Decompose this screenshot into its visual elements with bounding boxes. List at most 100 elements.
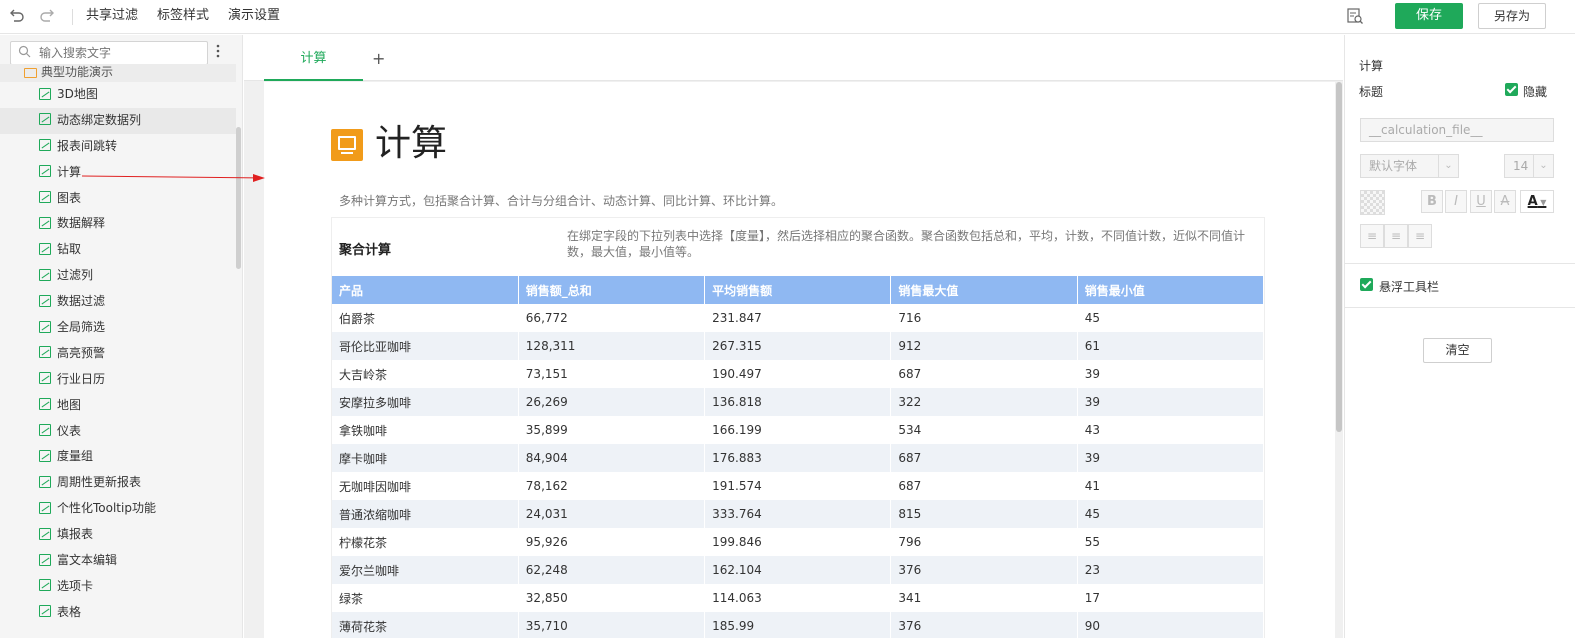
- table-cell: 90: [1077, 612, 1264, 638]
- table-row[interactable]: 普通浓缩咖啡 24,031 333.764 815 45: [332, 500, 1264, 528]
- font-family-select[interactable]: 默认字体 ⌄: [1360, 154, 1459, 178]
- menu-demo-settings[interactable]: 演示设置: [228, 0, 280, 34]
- column-header[interactable]: 销售额_总和: [518, 276, 706, 304]
- column-header[interactable]: 销售最小值: [1077, 276, 1264, 304]
- table-row[interactable]: 伯爵茶 66,772 231.847 716 45: [332, 304, 1264, 332]
- table-cell: 84,904: [518, 444, 706, 472]
- table-cell: 176.883: [704, 444, 892, 472]
- align-right-icon[interactable]: ≡: [1408, 224, 1432, 248]
- table-row[interactable]: 哥伦比亚咖啡 128,311 267.315 912 61: [332, 332, 1264, 360]
- sidebar-item-global-filter[interactable]: 全局筛选: [0, 315, 236, 341]
- sidebar-item-charts[interactable]: 图表: [0, 186, 236, 212]
- menu-shared-filter[interactable]: 共享过滤: [86, 0, 138, 34]
- table-cell: 687: [890, 444, 1078, 472]
- sidebar-item-report-jump[interactable]: 报表间跳转: [0, 134, 236, 160]
- sidebar-item-map[interactable]: 地图: [0, 393, 236, 419]
- column-header[interactable]: 销售最大值: [890, 276, 1078, 304]
- save-button[interactable]: 保存: [1395, 3, 1463, 29]
- sidebar-item-label: 度量组: [57, 449, 94, 464]
- canvas-scrollbar[interactable]: [1336, 82, 1342, 432]
- table-body: 伯爵茶 66,772 231.847 716 45 哥伦比亚咖啡 128,311 267.31…: [332, 304, 1264, 638]
- chart-icon: [39, 216, 51, 229]
- column-header[interactable]: 产品: [332, 276, 519, 304]
- table-cell: 267.315: [704, 332, 892, 360]
- undo-icon[interactable]: [7, 7, 27, 27]
- title-field[interactable]: __calculation_file__: [1360, 118, 1554, 142]
- sidebar-scrollbar[interactable]: [236, 127, 241, 269]
- tree-folder[interactable]: 典型功能演示: [0, 64, 236, 82]
- toolbar-divider: [72, 9, 73, 25]
- sidebar-item-tabs[interactable]: 选项卡: [0, 574, 236, 600]
- table-row[interactable]: 绿茶 32,850 114.063 341 17: [332, 584, 1264, 612]
- table-cell: 61: [1077, 332, 1264, 360]
- table-row[interactable]: 爱尔兰咖啡 62,248 162.104 376 23: [332, 556, 1264, 584]
- table-row[interactable]: 薄荷花茶 35,710 185.99 376 90: [332, 612, 1264, 638]
- panel-divider: [1345, 263, 1575, 264]
- table-cell: 376: [890, 556, 1078, 584]
- section-title: 聚合计算: [339, 243, 392, 258]
- tab-calculation[interactable]: 计算: [264, 45, 363, 81]
- sidebar-item-industry-calendar[interactable]: 行业日历: [0, 367, 236, 393]
- sidebar-item-measure-group[interactable]: 度量组: [0, 444, 236, 470]
- save-as-button[interactable]: 另存为: [1478, 3, 1546, 29]
- float-toolbar-checkbox[interactable]: [1360, 278, 1373, 291]
- align-left-icon[interactable]: ≡: [1360, 224, 1384, 248]
- sidebar-item-fill-report[interactable]: 填报表: [0, 522, 236, 548]
- redo-icon[interactable]: [37, 7, 57, 27]
- sidebar-item-3d-map[interactable]: 3D地图: [0, 82, 236, 108]
- table-row[interactable]: 柠檬花茶 95,926 199.846 796 55: [332, 528, 1264, 556]
- table-cell: 166.199: [704, 416, 892, 444]
- table-row[interactable]: 拿铁咖啡 35,899 166.199 534 43: [332, 416, 1264, 444]
- column-header[interactable]: 平均销售额: [704, 276, 892, 304]
- italic-button[interactable]: I: [1445, 190, 1467, 213]
- table-cell: 333.764: [704, 500, 892, 528]
- sidebar-item-gauge[interactable]: 仪表: [0, 419, 236, 445]
- font-color-button[interactable]: A ▼: [1520, 190, 1554, 213]
- table-cell: 534: [890, 416, 1078, 444]
- sidebar-item-custom-tooltip[interactable]: 个性化Tooltip功能: [0, 496, 236, 522]
- chevron-down-icon: ⌄: [1438, 155, 1458, 177]
- font-size-select[interactable]: 14 ⌄: [1504, 154, 1554, 178]
- sidebar-item-periodic-update[interactable]: 周期性更新报表: [0, 470, 236, 496]
- table-cell: 35,710: [518, 612, 706, 638]
- align-center-icon[interactable]: ≡: [1384, 224, 1408, 248]
- table-row[interactable]: 无咖啡因咖啡 78,162 191.574 687 41: [332, 472, 1264, 500]
- clear-button[interactable]: 清空: [1423, 338, 1492, 363]
- font-size-value: 14: [1513, 159, 1529, 173]
- sidebar-item-highlight-alert[interactable]: 高亮预警: [0, 341, 236, 367]
- table-cell: 17: [1077, 584, 1264, 612]
- tab-bar: 计算 +: [244, 35, 1343, 81]
- table-cell: 191.574: [704, 472, 892, 500]
- sidebar-item-data-explain[interactable]: 数据解释: [0, 211, 236, 237]
- table-row[interactable]: 安摩拉多咖啡 26,269 136.818 322 39: [332, 388, 1264, 416]
- search-input[interactable]: [37, 44, 202, 62]
- add-tab-button[interactable]: +: [372, 48, 388, 68]
- sidebar-item-label: 图表: [57, 190, 82, 205]
- table-cell: 绿茶: [332, 584, 519, 612]
- chart-icon: [39, 527, 51, 540]
- sidebar-item-dynamic-binding[interactable]: 动态绑定数据列: [0, 107, 236, 134]
- more-options-icon[interactable]: [216, 44, 220, 62]
- underline-button[interactable]: U: [1470, 190, 1492, 213]
- sidebar-item-data-filter[interactable]: 数据过滤: [0, 289, 236, 315]
- strikethrough-button[interactable]: A: [1494, 190, 1516, 213]
- sidebar-item-label: 表格: [57, 604, 82, 619]
- hide-checkbox[interactable]: [1505, 83, 1518, 96]
- table-cell: 796: [890, 528, 1078, 556]
- sidebar-item-drill[interactable]: 钻取: [0, 237, 236, 263]
- table-cell: 43: [1077, 416, 1264, 444]
- table-cell: 24,031: [518, 500, 706, 528]
- background-color-icon[interactable]: [1360, 190, 1385, 215]
- sidebar-item-filter-column[interactable]: 过滤列: [0, 263, 236, 289]
- table-row[interactable]: 大吉岭茶 73,151 190.497 687 39: [332, 360, 1264, 388]
- preview-icon[interactable]: [1345, 7, 1365, 27]
- table-row[interactable]: 摩卡咖啡 84,904 176.883 687 39: [332, 444, 1264, 472]
- table-cell: 815: [890, 500, 1078, 528]
- bold-button[interactable]: B: [1421, 190, 1443, 213]
- table-cell: 摩卡咖啡: [332, 444, 519, 472]
- sidebar-item-table[interactable]: 表格: [0, 600, 236, 626]
- chevron-down-icon: ⌄: [1533, 155, 1553, 177]
- table-cell: 912: [890, 332, 1078, 360]
- menu-tag-style[interactable]: 标签样式: [157, 0, 209, 34]
- sidebar-item-rich-text[interactable]: 富文本编辑: [0, 548, 236, 574]
